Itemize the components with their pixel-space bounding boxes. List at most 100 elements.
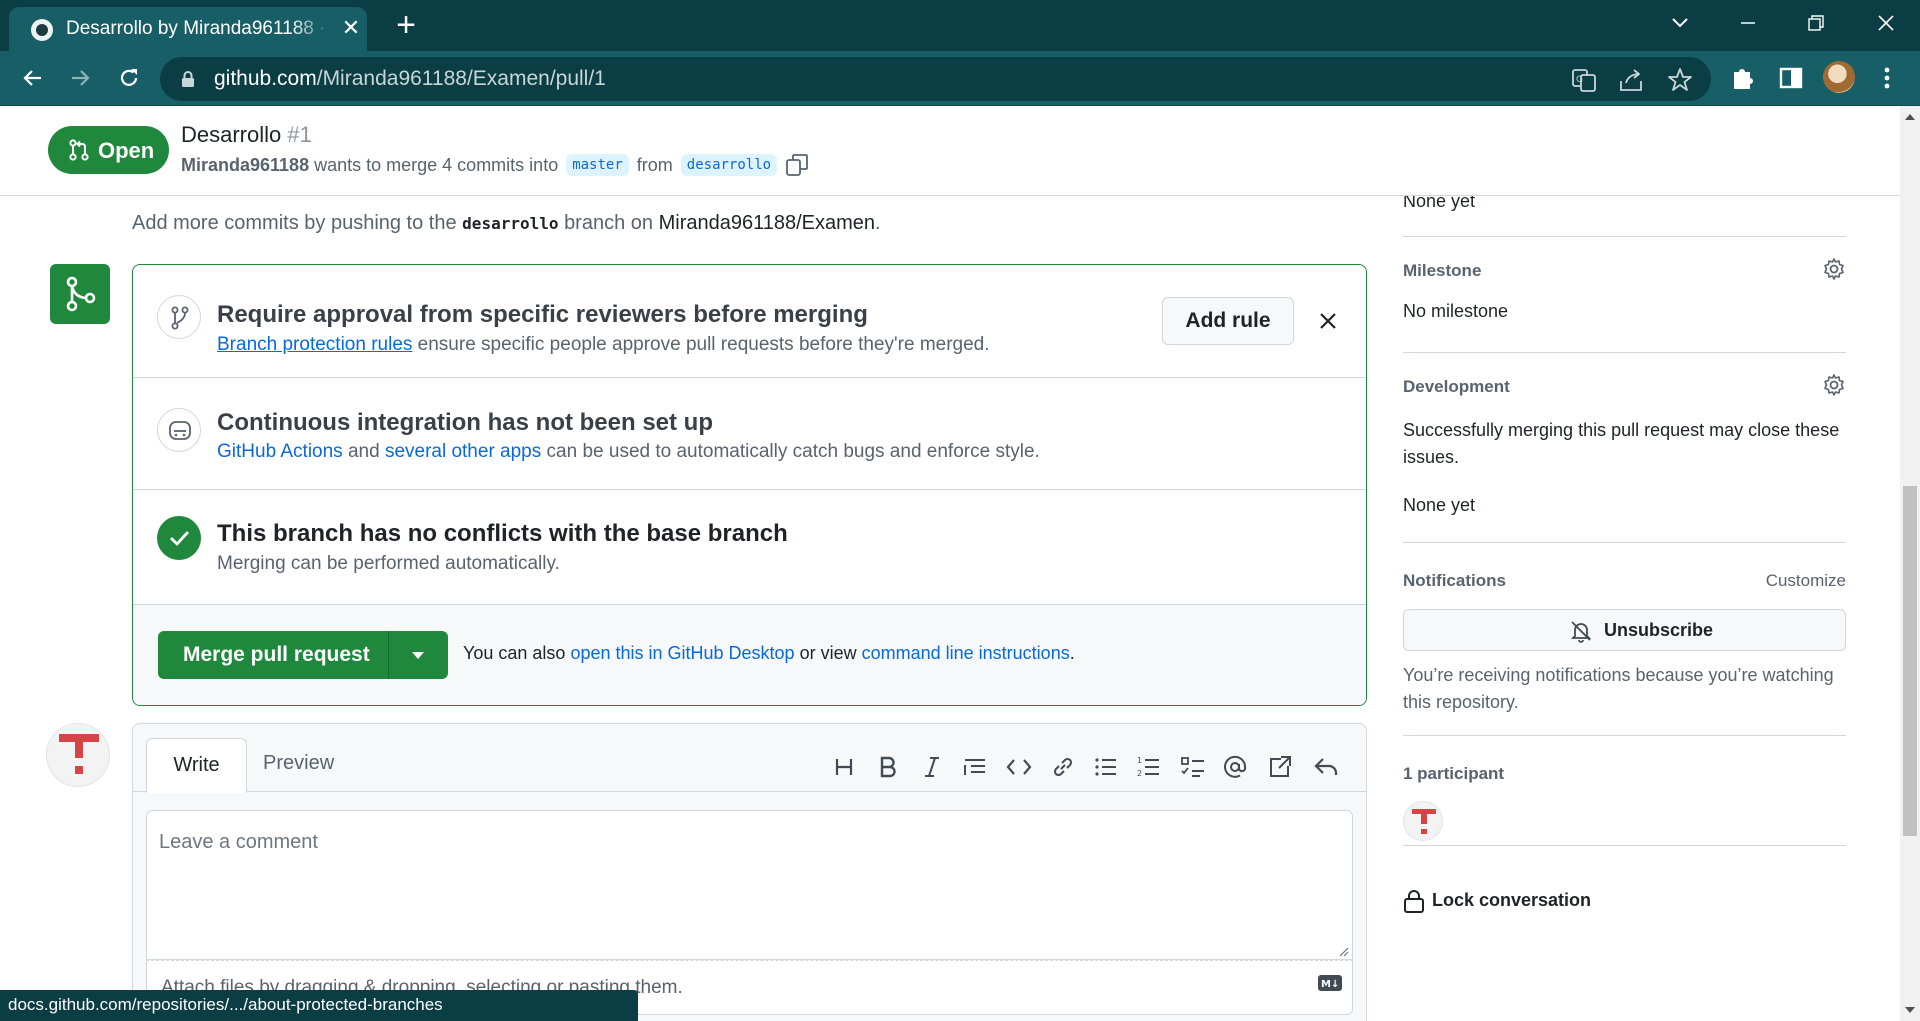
copilot-robot-icon: [157, 408, 201, 452]
command-line-instructions-link[interactable]: command line instructions: [862, 643, 1070, 663]
browser-menu-icon[interactable]: [1872, 63, 1902, 93]
notifications-reason: You’re receiving notifications because y…: [1403, 665, 1834, 712]
push-commits-note: Add more commits by pushing to the desar…: [132, 212, 881, 234]
address-bar[interactable]: github.com/Miranda961188/Examen/pull/1 G: [160, 57, 1711, 101]
sidebar-notifications: Notifications Customize Unsubscribe You’…: [1403, 543, 1846, 736]
merge-button-label[interactable]: Merge pull request: [183, 643, 370, 667]
reload-icon[interactable]: [111, 60, 147, 96]
resize-handle-icon[interactable]: [1337, 945, 1349, 957]
unsubscribe-button[interactable]: Unsubscribe: [1403, 609, 1846, 651]
git-merge-icon: [66, 276, 96, 312]
mention-icon[interactable]: [1222, 754, 1248, 780]
tab-preview[interactable]: Preview: [263, 752, 334, 775]
open-github-desktop-link[interactable]: open this in GitHub Desktop: [570, 643, 794, 663]
development-gear-icon[interactable]: [1822, 373, 1846, 397]
dismiss-close-icon[interactable]: [1317, 310, 1339, 332]
close-window-icon[interactable]: [1866, 8, 1906, 38]
merge-footer: Merge pull request You can also open thi…: [133, 605, 1366, 705]
merge-box: Require approval from specific reviewers…: [132, 264, 1367, 706]
link-icon[interactable]: [1050, 754, 1076, 780]
editor-tabs: Write Preview 12: [133, 724, 1366, 793]
svg-text:G: G: [1576, 75, 1583, 85]
pull-request-icon: [69, 139, 89, 161]
share-icon[interactable]: [1618, 67, 1644, 93]
bold-icon[interactable]: [875, 754, 901, 780]
profile-avatar[interactable]: [1823, 61, 1855, 93]
comment-placeholder: Leave a comment: [159, 831, 318, 853]
browser-tab-strip: Desarrollo by Miranda961188 · Pull Reque…: [0, 0, 1920, 52]
link-status-bar: docs.github.com/repositories/.../about-p…: [0, 990, 638, 1021]
browser-toolbar: github.com/Miranda961188/Examen/pull/1 G: [0, 51, 1920, 106]
sidebar-development: Development Successfully merging this pu…: [1403, 353, 1846, 543]
merge-pull-request-button[interactable]: Merge pull request: [158, 631, 448, 679]
ci-heading: Continuous integration has not been set …: [217, 409, 713, 436]
bookmark-star-icon[interactable]: [1667, 67, 1693, 93]
cross-reference-icon[interactable]: [1267, 754, 1293, 780]
tab-search-chevron-icon[interactable]: [1660, 8, 1700, 38]
page-scrollbar[interactable]: [1900, 106, 1920, 1021]
scrollbar-thumb[interactable]: [1903, 486, 1917, 836]
quote-icon[interactable]: [962, 754, 988, 780]
repo-link[interactable]: Miranda961188/Examen: [659, 212, 875, 234]
add-rule-button[interactable]: Add rule: [1162, 297, 1294, 345]
merge-status-icon: [50, 264, 110, 324]
minimize-window-icon[interactable]: [1728, 8, 1768, 38]
ordered-list-icon[interactable]: 12: [1136, 754, 1162, 780]
heading-icon[interactable]: [831, 754, 857, 780]
saved-replies-icon[interactable]: [1313, 754, 1339, 780]
head-branch-label[interactable]: desarrollo: [680, 154, 778, 176]
bell-slash-icon: [1570, 621, 1592, 643]
pr-meta: Miranda961188 wants to merge 4 commits i…: [181, 153, 809, 177]
back-arrow-icon[interactable]: [15, 60, 51, 96]
tab-write[interactable]: Write: [146, 738, 247, 793]
github-actions-link[interactable]: GitHub Actions: [217, 441, 343, 462]
svg-text:2: 2: [1137, 769, 1142, 778]
milestone-heading[interactable]: Milestone: [1403, 261, 1481, 281]
milestone-value: No milestone: [1403, 301, 1509, 321]
protection-heading: Require approval from specific reviewers…: [217, 301, 868, 328]
translate-icon[interactable]: G: [1571, 67, 1597, 93]
italic-icon[interactable]: [919, 754, 945, 780]
development-heading[interactable]: Development: [1403, 377, 1510, 397]
scroll-up-arrow-icon[interactable]: [1905, 114, 1915, 120]
scroll-down-arrow-icon[interactable]: [1905, 1007, 1915, 1013]
merge-button-divider: [388, 631, 389, 679]
merge-options-dropdown-icon[interactable]: [412, 652, 424, 659]
task-list-icon[interactable]: [1180, 754, 1206, 780]
sidebar-participants: 1 participant: [1403, 736, 1846, 846]
check-circle-icon: [157, 516, 201, 560]
conflicts-description: Merging can be performed automatically.: [217, 553, 560, 574]
code-icon[interactable]: [1006, 754, 1032, 780]
pr-author-link[interactable]: Miranda961188: [181, 155, 309, 176]
conflicts-row: This branch has no conflicts with the ba…: [133, 490, 1366, 605]
comment-textarea[interactable]: Leave a comment: [146, 810, 1353, 960]
new-tab-icon[interactable]: +: [388, 8, 424, 44]
protection-description: Branch protection rules ensure specific …: [217, 334, 990, 355]
unsubscribe-label[interactable]: Unsubscribe: [1604, 620, 1713, 641]
base-branch-label[interactable]: master: [566, 154, 629, 176]
side-panel-icon[interactable]: [1776, 63, 1806, 93]
restore-window-icon[interactable]: [1796, 8, 1836, 38]
development-value: None yet: [1403, 495, 1476, 515]
unordered-list-icon[interactable]: [1093, 754, 1119, 780]
extensions-puzzle-icon[interactable]: [1728, 63, 1758, 93]
lock-conversation-label[interactable]: Lock conversation: [1432, 890, 1591, 911]
other-apps-link[interactable]: several other apps: [385, 441, 541, 462]
github-favicon-icon: [31, 19, 53, 41]
tab-close-icon[interactable]: ✕: [339, 16, 363, 40]
browser-tab-active[interactable]: Desarrollo by Miranda961188 · Pull Reque…: [9, 7, 367, 52]
forward-arrow-icon[interactable]: [62, 60, 98, 96]
branch-protection-rules-link[interactable]: Branch protection rules: [217, 334, 412, 355]
commenter-avatar[interactable]: [46, 723, 110, 787]
conflicts-heading: This branch has no conflicts with the ba…: [217, 520, 788, 547]
participant-avatar[interactable]: [1403, 801, 1443, 841]
milestone-gear-icon[interactable]: [1822, 257, 1846, 281]
pr-number: #1: [287, 122, 312, 147]
ci-row: Continuous integration has not been set …: [133, 378, 1366, 490]
lock-conversation-button[interactable]: Lock conversation: [1403, 886, 1846, 916]
customize-link[interactable]: Customize: [1766, 571, 1846, 591]
markdown-icon[interactable]: M↓: [1317, 974, 1343, 992]
copy-icon[interactable]: [785, 153, 809, 177]
lock-icon[interactable]: [181, 70, 195, 88]
page-content: Open Desarrollo #1 Miranda961188 wants t…: [0, 106, 1900, 1021]
